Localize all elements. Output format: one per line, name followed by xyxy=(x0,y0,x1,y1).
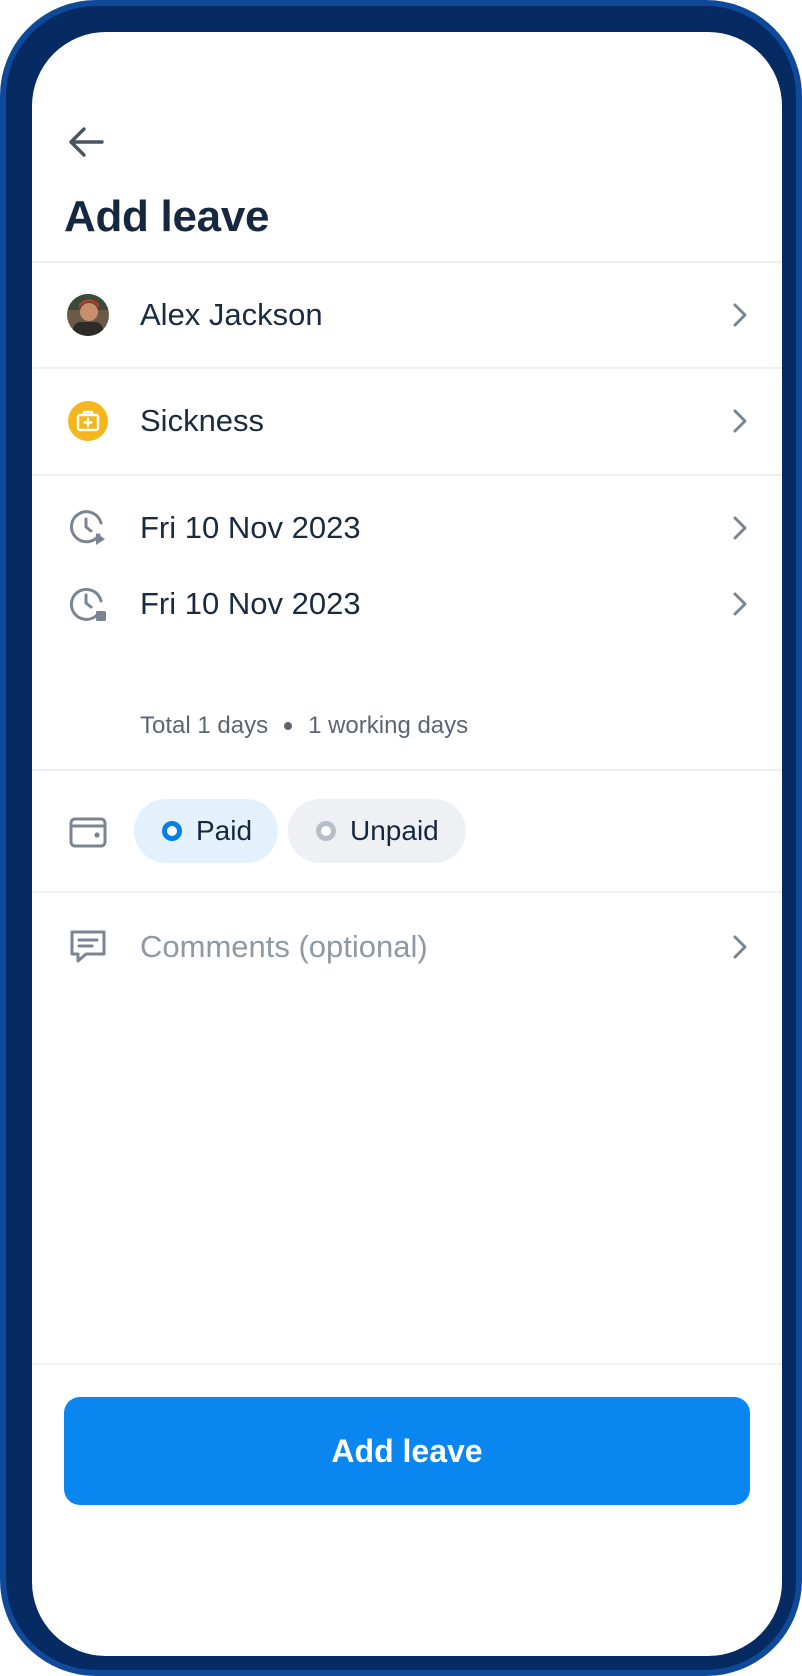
unpaid-label: Unpaid xyxy=(350,815,439,846)
start-date: Fri 10 Nov 2023 xyxy=(140,510,361,545)
radio-unselected-icon xyxy=(316,821,336,841)
medical-kit-icon xyxy=(66,399,110,443)
leave-type-label: Sickness xyxy=(140,403,265,438)
chevron-right-icon xyxy=(728,589,752,619)
working-days: 1 working days xyxy=(308,712,469,739)
divider xyxy=(32,261,782,263)
start-date-row[interactable]: Fri 10 Nov 2023 xyxy=(32,488,782,568)
leave-type-row[interactable]: Sickness xyxy=(32,381,782,461)
clock-stop-icon xyxy=(66,582,110,626)
radio-selected-icon xyxy=(162,821,182,841)
duration-summary: Total 1 days 1 working days xyxy=(140,712,468,740)
divider xyxy=(32,769,782,771)
app-screen: Add leave Alex Jackson Sickness Fri 10 N… xyxy=(32,32,782,1656)
employee-name: Alex Jackson xyxy=(140,297,323,332)
add-leave-button[interactable]: Add leave xyxy=(64,1397,750,1505)
comments-row[interactable]: Comments (optional) xyxy=(32,907,782,987)
chevron-right-icon xyxy=(728,513,752,543)
chevron-right-icon xyxy=(728,932,752,962)
back-button[interactable] xyxy=(60,118,112,170)
wallet-icon xyxy=(66,810,110,854)
end-date: Fri 10 Nov 2023 xyxy=(140,586,361,621)
paid-option[interactable]: Paid xyxy=(134,799,278,863)
footer-divider xyxy=(32,1363,782,1365)
comments-placeholder: Comments (optional) xyxy=(140,929,428,964)
total-days: Total 1 days xyxy=(140,712,269,739)
device-frame: Add leave Alex Jackson Sickness Fri 10 N… xyxy=(0,0,802,1676)
employee-row[interactable]: Alex Jackson xyxy=(32,275,782,355)
arrow-left-icon xyxy=(68,126,104,163)
divider xyxy=(32,367,782,369)
divider xyxy=(32,891,782,893)
unpaid-option[interactable]: Unpaid xyxy=(288,799,466,863)
chevron-right-icon xyxy=(728,406,752,436)
end-date-row[interactable]: Fri 10 Nov 2023 xyxy=(32,564,782,644)
page-title: Add leave xyxy=(64,192,270,241)
divider xyxy=(32,474,782,476)
avatar xyxy=(66,293,110,337)
chevron-right-icon xyxy=(728,300,752,330)
clock-play-icon xyxy=(66,506,110,550)
bullet-separator xyxy=(284,722,293,730)
comment-icon xyxy=(66,925,110,969)
paid-label: Paid xyxy=(196,815,253,846)
